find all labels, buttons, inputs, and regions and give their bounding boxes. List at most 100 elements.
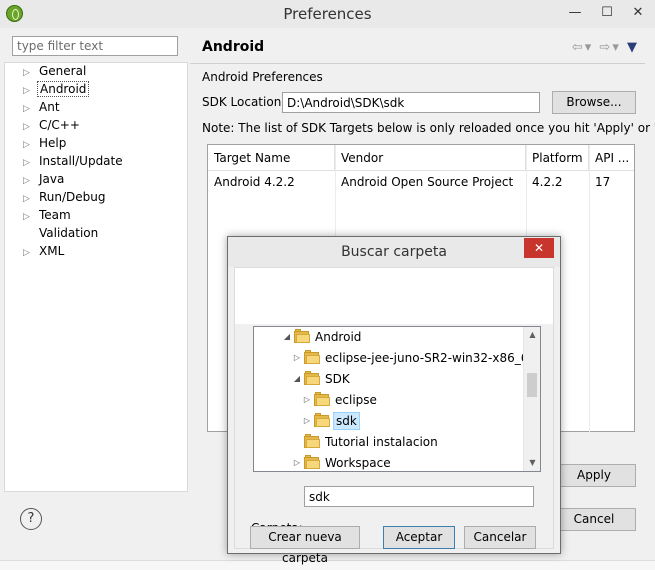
section-subtitle: Android Preferences — [202, 70, 323, 84]
header-divider — [190, 63, 645, 64]
folder-icon — [304, 371, 320, 385]
column-header-api[interactable]: API ... — [589, 145, 634, 171]
expand-arrow-icon[interactable]: ▷ — [23, 119, 37, 136]
new-folder-button[interactable]: Crear nueva carpeta — [250, 526, 360, 565]
sdk-location-input[interactable] — [282, 92, 540, 113]
cancel-button[interactable]: Cancel — [552, 508, 636, 531]
tree-item-help[interactable]: ▷ Help — [23, 135, 68, 152]
help-button[interactable]: ? — [20, 508, 42, 530]
tree-item-android[interactable]: ▷ Android — [23, 81, 90, 100]
folder-item-android[interactable]: ◢ Android — [282, 327, 522, 347]
column-header-platform[interactable]: Platform — [526, 145, 589, 171]
expand-arrow-icon[interactable]: ▷ — [23, 83, 37, 100]
folder-tree-scrollbar[interactable]: ▲ ▼ — [523, 327, 540, 471]
tree-item-label: Validation — [39, 226, 99, 240]
preferences-tree: ▷ General ▷ Android ▷ Ant ▷ C/C++ ▷ Help ▷ Ins… — [4, 62, 188, 492]
table-cell: 17 — [595, 175, 611, 189]
collapsed-arrow-icon[interactable]: ▷ — [292, 348, 302, 368]
folder-label: Tutorial instalacion — [325, 435, 438, 449]
folder-label: SDK — [325, 372, 350, 386]
tree-item-general[interactable]: ▷ General — [23, 63, 88, 80]
expanded-arrow-icon[interactable]: ◢ — [282, 327, 292, 347]
folder-icon — [314, 392, 330, 406]
folder-label: eclipse — [335, 393, 377, 407]
folder-item-workspace[interactable]: ▷ Workspace — [292, 453, 522, 471]
tree-item-label: Android — [37, 81, 90, 97]
table-cell: Android 4.2.2 — [214, 175, 295, 189]
folder-icon — [314, 413, 330, 427]
tree-item-ant[interactable]: ▷ Ant — [23, 99, 62, 116]
folder-icon — [294, 329, 310, 343]
view-menu-icon[interactable]: ▼ — [627, 40, 639, 55]
folder-label: eclipse-jee-juno-SR2-win32-x86_64 — [325, 351, 537, 365]
folder-label: sdk — [333, 412, 360, 430]
forward-arrow-icon[interactable]: ⇨ — [599, 40, 612, 55]
folder-tree: ◢ Android ▷ eclipse-jee-juno-SR2-win32-x… — [253, 326, 541, 472]
expand-arrow-icon[interactable]: ▷ — [23, 245, 37, 262]
tree-item-xml[interactable]: ▷ XML — [23, 243, 66, 260]
dialog-description-area — [235, 268, 553, 324]
filter-input[interactable] — [12, 36, 178, 56]
dialog-close-button[interactable]: ✕ — [524, 238, 554, 258]
scroll-down-icon[interactable]: ▼ — [524, 455, 540, 471]
window-titlebar: Preferences — ☐ ✕ — [0, 0, 655, 28]
browse-folder-dialog: Buscar carpeta ✕ ◢ Android ▷ eclipse-jee… — [227, 236, 561, 565]
table-cell: 4.2.2 — [532, 175, 563, 189]
folder-icon — [304, 434, 320, 448]
folder-item-eclipse[interactable]: ▷ eclipse — [302, 390, 522, 410]
tree-item-install-update[interactable]: ▷ Install/Update — [23, 153, 125, 170]
tree-item-label: XML — [39, 244, 65, 258]
collapsed-arrow-icon[interactable]: ▷ — [292, 453, 302, 471]
expand-arrow-icon[interactable]: ▷ — [23, 65, 37, 82]
expanded-arrow-icon[interactable]: ◢ — [292, 369, 302, 389]
folder-item-sdk-parent[interactable]: ◢ SDK — [292, 369, 522, 389]
scroll-thumb[interactable] — [527, 373, 537, 397]
tree-item-validation[interactable]: Validation — [23, 225, 100, 242]
folder-item-sdk[interactable]: ▷ sdk — [302, 411, 522, 431]
sdk-location-label: SDK Location: — [202, 95, 286, 109]
tree-item-cpp[interactable]: ▷ C/C++ — [23, 117, 82, 134]
folder-icon — [304, 455, 320, 469]
collapsed-arrow-icon[interactable]: ▷ — [302, 411, 312, 431]
tree-item-label: Ant — [39, 100, 60, 114]
maximize-button[interactable]: ☐ — [593, 2, 621, 24]
tree-item-java[interactable]: ▷ Java — [23, 171, 66, 188]
collapsed-arrow-icon[interactable]: ▷ — [302, 390, 312, 410]
expand-arrow-icon[interactable]: ▷ — [23, 173, 37, 190]
reload-note: Note: The list of SDK Targets below is o… — [202, 121, 655, 135]
forward-dropdown-icon[interactable]: ▾ — [612, 40, 621, 55]
scroll-up-icon[interactable]: ▲ — [524, 327, 540, 343]
back-dropdown-icon[interactable]: ▾ — [585, 40, 594, 55]
folder-icon — [304, 350, 320, 364]
folder-item-eclipse-jee[interactable]: ▷ eclipse-jee-juno-SR2-win32-x86_64 — [292, 348, 536, 368]
tree-item-label: Install/Update — [39, 154, 123, 168]
window-title: Preferences — [283, 5, 372, 23]
tree-item-label: C/C++ — [39, 118, 80, 132]
tree-item-label: Run/Debug — [39, 190, 106, 204]
expand-arrow-icon[interactable]: ▷ — [23, 209, 37, 226]
tree-item-label: Help — [39, 136, 67, 150]
page-title: Android — [202, 39, 265, 55]
folder-item-tutorial[interactable]: Tutorial instalacion — [292, 432, 522, 452]
minimize-button[interactable]: — — [560, 2, 590, 24]
dialog-cancel-button[interactable]: Cancelar — [464, 526, 536, 549]
back-arrow-icon[interactable]: ⇦ — [572, 40, 585, 55]
expand-arrow-icon[interactable]: ▷ — [23, 137, 37, 154]
tree-item-label: Team — [39, 208, 71, 222]
folder-label: Android — [315, 330, 362, 344]
folder-name-input[interactable] — [304, 486, 534, 507]
accept-button[interactable]: Aceptar — [383, 526, 455, 549]
browse-button[interactable]: Browse... — [552, 91, 636, 114]
close-button[interactable]: ✕ — [624, 2, 652, 24]
tree-item-team[interactable]: ▷ Team — [23, 207, 73, 224]
expand-arrow-icon[interactable]: ▷ — [23, 191, 37, 208]
apply-button[interactable]: Apply — [552, 464, 636, 487]
table-cell: Android Open Source Project — [341, 175, 514, 189]
expand-arrow-icon[interactable]: ▷ — [23, 101, 37, 118]
tree-item-run-debug[interactable]: ▷ Run/Debug — [23, 189, 108, 206]
folder-label: Workspace — [325, 456, 391, 470]
column-header-vendor[interactable]: Vendor — [335, 145, 526, 171]
expand-arrow-icon[interactable]: ▷ — [23, 155, 37, 172]
dialog-titlebar: Buscar carpeta ✕ — [228, 237, 560, 267]
column-header-target-name[interactable]: Target Name — [208, 145, 335, 171]
